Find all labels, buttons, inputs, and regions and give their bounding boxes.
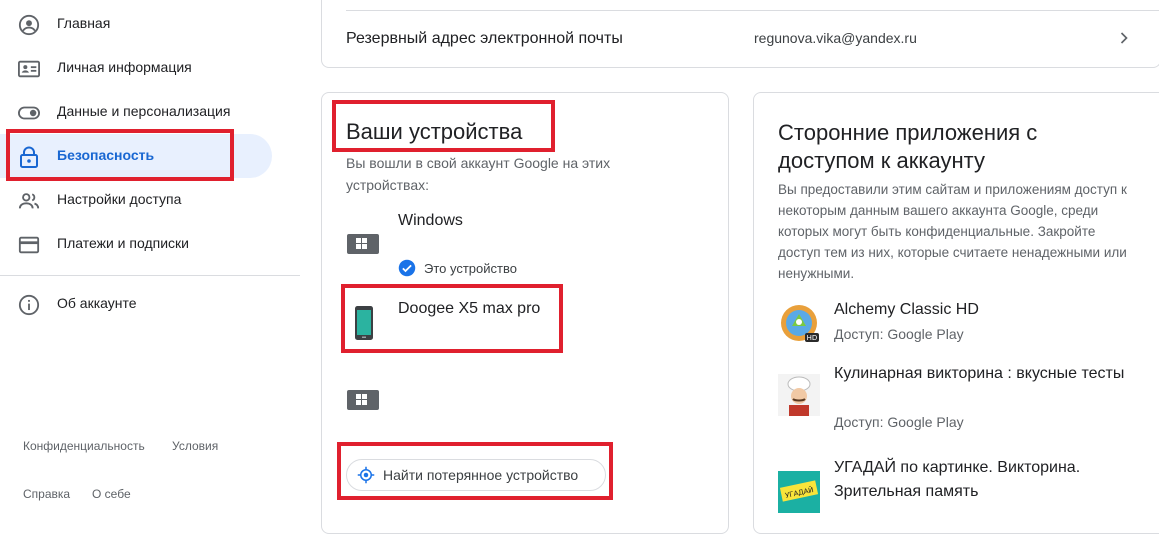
find-lost-device-button[interactable]: Найти потерянное устройство bbox=[346, 459, 606, 491]
phone-icon bbox=[354, 305, 374, 346]
devices-description: Вы вошли в свой аккаунт Google на этих у… bbox=[346, 155, 611, 193]
laptop-icon bbox=[346, 232, 380, 261]
sidebar-item-sharing[interactable]: Настройки доступа bbox=[0, 178, 272, 222]
help-link[interactable]: Справка bbox=[23, 487, 70, 501]
credit-card-icon bbox=[18, 234, 40, 256]
sidebar-item-about[interactable]: Об аккаунте bbox=[0, 282, 272, 326]
row-divider bbox=[346, 10, 1159, 11]
app-access: Доступ: Google Play bbox=[834, 414, 964, 430]
sidebar-item-security[interactable]: Безопасность bbox=[0, 134, 272, 178]
recovery-email-label: Резервный адрес электронной почты bbox=[346, 30, 623, 47]
app-name: Кулинарная викторина : вкусные тесты bbox=[834, 365, 1125, 382]
terms-link[interactable]: Условия bbox=[172, 439, 218, 453]
sidebar-item-label: Платежи и подписки bbox=[57, 235, 189, 251]
app-access: Доступ: Google Play bbox=[834, 326, 964, 342]
svg-text:HD: HD bbox=[807, 334, 818, 342]
sidebar-item-label: Личная информация bbox=[57, 59, 192, 75]
toggle-icon bbox=[18, 102, 40, 124]
sidebar-item-label: Данные и персонализация bbox=[57, 103, 231, 119]
sidebar-divider bbox=[0, 275, 300, 276]
lock-icon bbox=[18, 146, 40, 168]
sidebar-item-label: Главная bbox=[57, 15, 111, 31]
recovery-email-card[interactable]: Резервный адрес электронной почты reguno… bbox=[321, 0, 1159, 68]
app-item[interactable]: УГАДАЙ УГАДАЙ по картинке. Викторина. Зр… bbox=[778, 456, 1158, 516]
sidebar-item-home[interactable]: Главная bbox=[0, 2, 272, 46]
privacy-link[interactable]: Конфиденциальность bbox=[23, 439, 145, 453]
id-card-icon bbox=[18, 58, 40, 80]
find-lost-device-label: Найти потерянное устройство bbox=[383, 467, 579, 483]
app-item[interactable]: HD Alchemy Classic HD Доступ: Google Pla… bbox=[778, 298, 1158, 354]
alchemy-app-icon: HD bbox=[778, 302, 820, 344]
this-device-label: Это устройство bbox=[424, 260, 517, 276]
this-device-indicator: Это устройство bbox=[398, 259, 517, 277]
sidebar-item-payments[interactable]: Платежи и подписки bbox=[0, 222, 272, 266]
devices-title: Ваши устройства bbox=[346, 119, 523, 144]
sidebar: Главная Личная информация Данные и персо… bbox=[0, 0, 300, 512]
about-me-link[interactable]: О себе bbox=[92, 487, 131, 501]
device-name[interactable]: Windows bbox=[398, 212, 463, 230]
app-name: Alchemy Classic HD bbox=[834, 301, 979, 318]
people-icon bbox=[18, 190, 40, 212]
device-name[interactable]: Doogee X5 max pro bbox=[398, 300, 540, 318]
app-name: УГАДАЙ по картинке. Викторина. Зрительна… bbox=[834, 459, 1081, 500]
app-item[interactable]: Кулинарная викторина : вкусные тесты Дос… bbox=[778, 362, 1158, 434]
recovery-email-value: regunova.vika@yandex.ru bbox=[754, 30, 917, 46]
chef-app-icon bbox=[778, 374, 820, 416]
sidebar-item-data-personalization[interactable]: Данные и персонализация bbox=[0, 90, 272, 134]
apps-title: Сторонние приложения с доступом к аккаун… bbox=[778, 120, 1038, 173]
apps-description: Вы предоставили этим сайтам и приложения… bbox=[778, 182, 1127, 281]
info-icon bbox=[18, 294, 40, 316]
check-circle-icon bbox=[398, 259, 416, 277]
sidebar-item-personal-info[interactable]: Личная информация bbox=[0, 46, 272, 90]
account-circle-icon bbox=[18, 14, 40, 36]
sidebar-item-label: Настройки доступа bbox=[57, 191, 182, 207]
chevron-right-icon bbox=[1114, 28, 1134, 53]
sidebar-item-label: Об аккаунте bbox=[57, 295, 137, 311]
guess-picture-app-icon: УГАДАЙ bbox=[778, 471, 820, 513]
laptop-icon bbox=[346, 388, 380, 417]
third-party-apps-card: Сторонние приложения с доступом к аккаун… bbox=[753, 92, 1159, 534]
devices-card: Ваши устройства Вы вошли в свой аккаунт … bbox=[321, 92, 729, 534]
locate-icon bbox=[357, 466, 375, 484]
sidebar-item-label: Безопасность bbox=[57, 147, 155, 163]
